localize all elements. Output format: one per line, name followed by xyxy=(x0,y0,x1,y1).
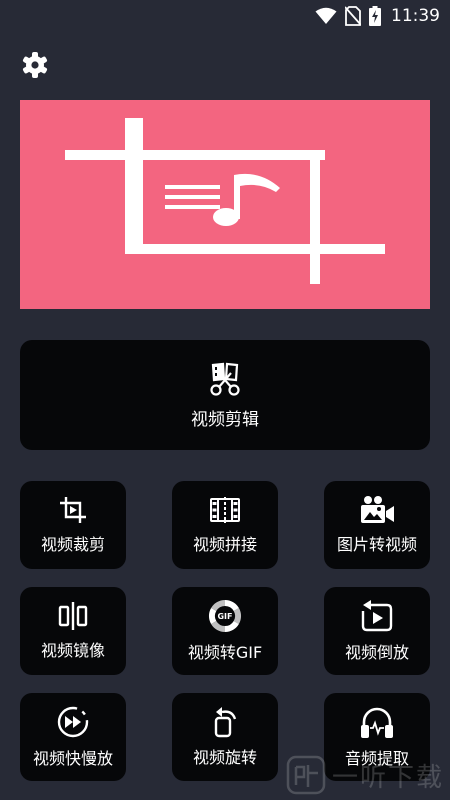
video-mirror-button[interactable]: 视频镜像 xyxy=(20,587,126,675)
video-edit-button[interactable]: 视频剪辑 xyxy=(20,340,430,450)
video-speed-label: 视频快慢放 xyxy=(32,749,113,768)
status-icons: 11:39 xyxy=(315,4,440,28)
video-to-gif-button[interactable]: GIF 视频转GIF xyxy=(172,587,278,675)
status-time: 11:39 xyxy=(391,6,440,26)
video-reverse-label: 视频倒放 xyxy=(344,643,409,662)
video-edit-label: 视频剪辑 xyxy=(191,409,259,430)
video-reverse-button[interactable]: 视频倒放 xyxy=(324,587,430,675)
gif-icon: GIF xyxy=(208,599,242,633)
camera-images-icon xyxy=(361,496,394,523)
video-rotate-label: 视频旋转 xyxy=(192,748,257,767)
film-join-icon xyxy=(210,497,240,523)
video-crop-label: 视频裁剪 xyxy=(40,535,105,554)
image-to-video-button[interactable]: 图片转视频 xyxy=(324,481,430,569)
speed-icon xyxy=(57,706,89,738)
battery-charging-icon xyxy=(369,6,381,26)
video-mirror-label: 视频镜像 xyxy=(40,641,105,660)
watermark: 一听下载 xyxy=(286,754,444,796)
image-to-video-label: 图片转视频 xyxy=(336,535,417,554)
audio-extract-icon xyxy=(361,707,393,738)
settings-button[interactable] xyxy=(18,48,52,82)
no-sim-icon xyxy=(345,6,361,26)
wifi-icon xyxy=(315,7,337,24)
banner-image xyxy=(20,100,430,309)
gear-icon xyxy=(22,52,48,78)
reverse-play-icon xyxy=(361,600,393,632)
video-to-gif-label: 视频转GIF xyxy=(187,643,263,662)
watermark-text: 一听下载 xyxy=(331,762,444,793)
mirror-icon xyxy=(58,602,88,630)
video-speed-button[interactable]: 视频快慢放 xyxy=(20,693,126,781)
video-rotate-button[interactable]: 视频旋转 xyxy=(172,693,278,781)
film-scissors-icon xyxy=(210,362,240,396)
video-join-button[interactable]: 视频拼接 xyxy=(172,481,278,569)
gif-icon-text: GIF xyxy=(217,612,232,621)
status-bar: 11:39 xyxy=(0,0,450,32)
crop-icon xyxy=(60,497,86,523)
watermark-logo-icon xyxy=(286,755,326,795)
crop-music-logo-icon xyxy=(65,118,385,284)
video-crop-button[interactable]: 视频裁剪 xyxy=(20,481,126,569)
video-join-label: 视频拼接 xyxy=(192,535,257,554)
rotate-icon xyxy=(214,707,237,738)
